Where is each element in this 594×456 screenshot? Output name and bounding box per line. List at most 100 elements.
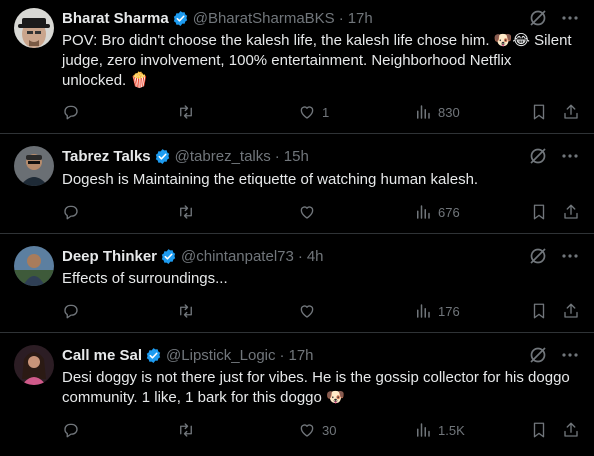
separator-dot: ·: [338, 9, 344, 27]
more-icon[interactable]: [560, 146, 580, 166]
retweet-button[interactable]: [176, 202, 202, 222]
retweet-button[interactable]: [176, 420, 202, 440]
author-name[interactable]: Deep Thinker: [62, 248, 157, 265]
like-count: 1: [322, 104, 330, 120]
bookmark-button[interactable]: [530, 202, 548, 222]
share-button[interactable]: [562, 420, 580, 440]
tweet-top-actions: [528, 345, 580, 365]
tweet-text: Desi doggy is not there just for vibes. …: [62, 369, 570, 406]
retweet-icon: [180, 105, 192, 119]
more-icon[interactable]: [560, 345, 580, 365]
bookmark-icon: [533, 422, 545, 438]
retweet-icon: [180, 304, 192, 318]
share-icon: [564, 422, 578, 437]
reply-button[interactable]: [62, 202, 86, 222]
reply-button[interactable]: [62, 301, 86, 321]
share-icon: [564, 104, 578, 119]
tweet-card[interactable]: Call me Sal @Lipstick_Logic · 17h Desi d…: [0, 333, 594, 456]
analytics-icon: [417, 205, 430, 219]
like-button[interactable]: [298, 301, 322, 321]
analytics-icon: [417, 423, 430, 437]
reply-icon: [64, 304, 78, 319]
share-button[interactable]: [562, 301, 580, 321]
heart-icon: [300, 206, 314, 219]
bookmark-button[interactable]: [530, 420, 548, 440]
retweet-button[interactable]: [176, 102, 202, 122]
share-icon: [564, 204, 578, 219]
more-icon[interactable]: [560, 8, 580, 28]
heart-icon: [300, 305, 314, 318]
tweet-text: Effects of surroundings...: [62, 270, 228, 287]
share-button[interactable]: [562, 102, 580, 122]
grok-icon[interactable]: [528, 8, 548, 28]
view-count: 176: [438, 303, 460, 319]
bookmark-icon: [533, 303, 545, 319]
reply-button[interactable]: [62, 102, 86, 122]
like-count: 30: [322, 422, 337, 438]
author-name[interactable]: Call me Sal: [62, 347, 142, 364]
tweet-top-actions: [528, 8, 580, 28]
timestamp[interactable]: 17h: [289, 347, 314, 364]
views-button[interactable]: 176: [414, 301, 460, 321]
retweet-icon: [180, 205, 192, 219]
analytics-icon: [417, 105, 430, 119]
like-button[interactable]: 1: [298, 102, 329, 122]
tweet-card[interactable]: Tabrez Talks @tabrez_talks · 15h Dogesh …: [0, 134, 594, 234]
view-count: 676: [438, 204, 460, 220]
separator-dot: ·: [274, 147, 280, 165]
bookmark-button[interactable]: [530, 301, 548, 321]
author-handle[interactable]: @Lipstick_Logic: [166, 347, 275, 364]
author-name[interactable]: Bharat Sharma: [62, 10, 169, 27]
reply-button[interactable]: [62, 420, 86, 440]
tweet-header: Bharat Sharma @BharatSharmaBKS · 17h: [62, 7, 534, 29]
timestamp[interactable]: 15h: [284, 148, 309, 165]
bookmark-button[interactable]: [530, 102, 548, 122]
reply-icon: [64, 205, 78, 220]
avatar[interactable]: [14, 8, 54, 48]
verified-badge-icon: [173, 10, 187, 26]
tweet-header: Tabrez Talks @tabrez_talks · 15h: [62, 145, 534, 167]
like-button[interactable]: [298, 202, 322, 222]
share-button[interactable]: [562, 202, 580, 222]
view-count: 1.5K: [438, 422, 465, 438]
tweet-top-actions: [528, 146, 580, 166]
heart-icon: [300, 424, 314, 437]
grok-icon[interactable]: [528, 345, 548, 365]
views-button[interactable]: 1.5K: [414, 420, 465, 440]
reply-icon: [64, 423, 78, 438]
views-button[interactable]: 830: [414, 102, 460, 122]
retweet-icon: [180, 423, 192, 437]
timestamp[interactable]: 4h: [307, 248, 324, 265]
separator-dot: ·: [279, 346, 285, 364]
tweet-card[interactable]: Deep Thinker @chintanpatel73 · 4h Effect…: [0, 234, 594, 333]
tweet-text: Dogesh is Maintaining the etiquette of w…: [62, 171, 479, 188]
grok-icon[interactable]: [528, 246, 548, 266]
avatar[interactable]: [14, 345, 54, 385]
view-count: 830: [438, 104, 460, 120]
reply-icon: [64, 105, 78, 120]
more-icon[interactable]: [560, 246, 580, 266]
like-button[interactable]: 30: [298, 420, 336, 440]
avatar[interactable]: [14, 246, 54, 286]
grok-icon[interactable]: [528, 146, 548, 166]
author-handle[interactable]: @BharatSharmaBKS: [193, 10, 335, 27]
share-icon: [564, 303, 578, 318]
tweet-text: POV: Bro didn't choose the kalesh life, …: [62, 32, 572, 89]
avatar[interactable]: [14, 146, 54, 186]
separator-dot: ·: [297, 247, 303, 265]
author-name[interactable]: Tabrez Talks: [62, 148, 151, 165]
views-button[interactable]: 676: [414, 202, 460, 222]
author-handle[interactable]: @tabrez_talks: [175, 148, 271, 165]
tweet-top-actions: [528, 246, 580, 266]
heart-icon: [300, 106, 314, 119]
author-handle[interactable]: @chintanpatel73: [181, 248, 294, 265]
bookmark-icon: [533, 204, 545, 220]
tweet-actions: 1 830: [62, 102, 582, 122]
tweet-card[interactable]: Bharat Sharma @BharatSharmaBKS · 17h POV…: [0, 0, 594, 134]
timestamp[interactable]: 17h: [348, 10, 373, 27]
tweet-actions: 676: [62, 202, 582, 222]
verified-badge-icon: [155, 148, 169, 164]
tweet-header: Deep Thinker @chintanpatel73 · 4h: [62, 245, 534, 267]
retweet-button[interactable]: [176, 301, 202, 321]
tweet-actions: 30 1.5K: [62, 420, 582, 440]
